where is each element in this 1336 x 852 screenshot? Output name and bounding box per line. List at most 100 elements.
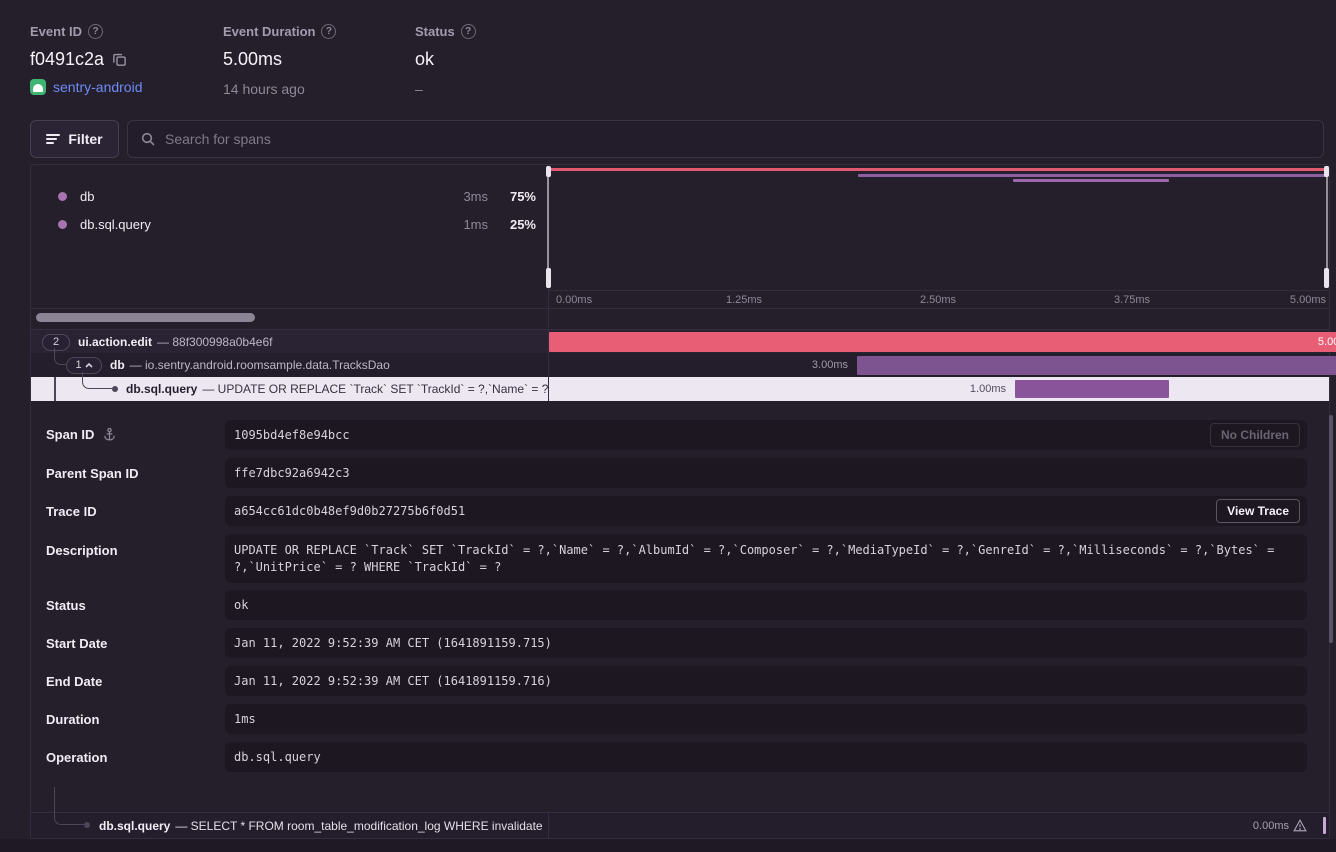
detail-label: Status (46, 598, 86, 613)
event-id-value: f0491c2a (30, 49, 104, 70)
operation-value: db.sql.query (225, 742, 1307, 772)
tree-connector (54, 377, 56, 401)
span-op: db.sql.query (126, 382, 197, 396)
detail-label: Operation (46, 750, 107, 765)
page-bottom-strip (0, 839, 1336, 852)
minimap-right-handle-cap[interactable] (1324, 166, 1329, 177)
span-op: db (110, 358, 125, 372)
legend-duration: 3ms (442, 189, 488, 204)
start-date-value: Jan 11, 2022 9:52:39 AM CET (1641891159.… (225, 628, 1307, 658)
status-value-box: ok (225, 590, 1307, 620)
detail-label: Duration (46, 712, 99, 727)
search-input[interactable] (165, 131, 1311, 147)
legend-percent: 25% (488, 217, 536, 232)
span-bar-zero-duration (1323, 817, 1326, 834)
project-avatar-icon (30, 79, 46, 95)
details-scrollbar[interactable] (1329, 415, 1333, 643)
legend-row-db-sql-query[interactable]: db.sql.query 1ms 25% (44, 210, 536, 238)
children-count: 2 (53, 336, 59, 348)
span-id-value: 1095bd4ef8e94bcc (225, 420, 1307, 450)
span-desc: — UPDATE OR REPLACE `Track` SET `TrackId… (202, 382, 548, 396)
span-children-badge[interactable]: 1 (66, 357, 102, 374)
span-bar-light-purple[interactable] (1015, 380, 1169, 398)
legend-dot-icon (58, 220, 67, 229)
minimap-left-handle-cap[interactable] (546, 166, 551, 177)
span-id-value-box: 1095bd4ef8e94bcc No Children (225, 420, 1307, 450)
span-bar-red[interactable]: 5.00ms (549, 332, 1336, 352)
anchor-icon[interactable] (102, 427, 117, 442)
legend-duration: 1ms (442, 217, 488, 232)
span-detail-page: Event ID ? f0491c2a sentry-android Event… (0, 0, 1336, 852)
children-count: 1 (75, 359, 81, 371)
view-trace-button[interactable]: View Trace (1216, 499, 1300, 523)
span-bar-purple[interactable] (857, 356, 1336, 375)
status-sub: – (415, 81, 476, 97)
copy-icon[interactable] (112, 52, 127, 67)
minimap-span-db (858, 174, 1326, 177)
span-row-db-sql-query-select[interactable]: db.sql.query — SELECT * FROM room_table_m… (31, 813, 1329, 838)
axis-tick: 2.50ms (920, 294, 956, 306)
detail-label: Trace ID (46, 504, 97, 519)
axis-top-border (548, 290, 1330, 291)
span-row-ui-action-edit[interactable]: 2 ui.action.edit— 88f300998a0b4e6f 5.00m… (31, 330, 1329, 353)
duration-value: 1ms (225, 704, 1307, 734)
span-bar-duration: 3.00ms (812, 355, 848, 375)
detail-label: Parent Span ID (46, 466, 138, 481)
filter-button-label: Filter (68, 131, 102, 147)
project-link[interactable]: sentry-android (53, 79, 143, 95)
help-icon[interactable]: ? (321, 24, 336, 39)
legend-row-db[interactable]: db 3ms 75% (44, 182, 536, 210)
horizontal-scrollbar[interactable] (36, 313, 255, 322)
status-block: Status ? ok – (415, 24, 476, 97)
legend-dot-icon (58, 192, 67, 201)
legend-op-name: db.sql.query (80, 217, 442, 232)
duration-value-box: 1ms (225, 704, 1307, 734)
status-value: ok (415, 49, 434, 70)
detail-label: Start Date (46, 636, 107, 651)
event-duration-block: Event Duration ? 5.00ms 14 hours ago (223, 24, 336, 97)
tree-connector (54, 348, 66, 365)
warning-icon[interactable] (1293, 819, 1307, 832)
help-icon[interactable]: ? (461, 24, 476, 39)
parent-span-id-value-box: ffe7dbc92a6942c3 (225, 458, 1307, 488)
event-id-block: Event ID ? f0491c2a sentry-android (30, 24, 143, 95)
legend-op-name: db (80, 189, 442, 204)
minimap-left-handle-cap[interactable] (546, 268, 551, 288)
event-duration-value: 5.00ms (223, 49, 282, 70)
chevron-up-icon (85, 363, 93, 368)
status-label: Status (415, 24, 455, 39)
help-icon[interactable]: ? (88, 24, 103, 39)
description-value-box: UPDATE OR REPLACE `Track` SET `TrackId` … (225, 534, 1307, 583)
status-value: ok (225, 590, 1307, 620)
detail-label: End Date (46, 674, 102, 689)
axis-tick: 0.00ms (556, 294, 592, 306)
span-row-db[interactable]: 1 db — io.sentry.android.roomsample.data.… (31, 353, 1329, 377)
span-desc: — io.sentry.android.roomsample.data.Trac… (130, 358, 390, 372)
operation-value-box: db.sql.query (225, 742, 1307, 772)
axis-tick: 3.75ms (1114, 294, 1150, 306)
detail-label: Span ID (46, 427, 94, 442)
axis-tick: 5.00ms (1290, 294, 1326, 306)
filter-button[interactable]: Filter (30, 120, 119, 158)
axis-tick: 1.25ms (726, 294, 762, 306)
no-children-badge: No Children (1210, 423, 1300, 447)
tree-connector (54, 787, 84, 825)
panel-divider (548, 330, 549, 401)
tree-dot-icon (112, 386, 118, 392)
span-desc: — SELECT * FROM room_table_modification_… (175, 819, 542, 833)
start-date-value-box: Jan 11, 2022 9:52:39 AM CET (1641891159.… (225, 628, 1307, 658)
span-op: db.sql.query (99, 819, 170, 833)
event-duration-label: Event Duration (223, 24, 315, 39)
span-row-db-sql-query-selected[interactable]: db.sql.query — UPDATE OR REPLACE `Track` … (31, 377, 1329, 401)
event-time-ago: 14 hours ago (223, 81, 336, 97)
span-desc: — 88f300998a0b4e6f (157, 335, 272, 349)
parent-span-id-value: ffe7dbc92a6942c3 (225, 458, 1307, 488)
span-op: ui.action.edit (78, 335, 152, 349)
legend-percent: 75% (488, 189, 536, 204)
description-value: UPDATE OR REPLACE `Track` SET `TrackId` … (225, 534, 1307, 584)
filter-icon (46, 133, 60, 145)
minimap-right-handle-cap[interactable] (1324, 268, 1329, 288)
span-bar-duration: 5.00ms (1318, 332, 1336, 352)
detail-label: Description (46, 543, 118, 558)
panel-divider (548, 813, 549, 838)
